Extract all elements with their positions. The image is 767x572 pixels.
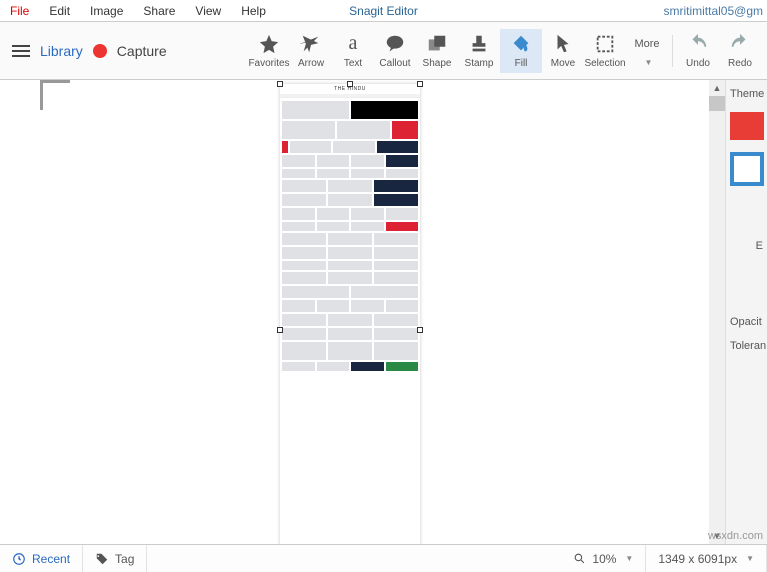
resize-handle[interactable] [417,81,423,87]
scroll-up-arrow[interactable]: ▲ [709,80,725,96]
tool-callout-label: Callout [379,58,410,69]
tool-callout[interactable]: Callout [374,29,416,73]
capture-button[interactable]: Capture [117,43,167,59]
tool-move[interactable]: Move [542,29,584,73]
menu-edit[interactable]: Edit [39,0,80,22]
tool-shape-label: Shape [423,58,452,69]
tool-move-label: Move [551,58,575,69]
tool-selection[interactable]: Selection [584,29,626,73]
chevron-down-icon: ▼ [625,554,633,563]
tag-label: Tag [115,552,134,566]
menubar: File Edit Image Share View Help Snagit E… [0,0,767,22]
vertical-scrollbar[interactable]: ▲ ▼ [709,80,725,544]
ruler-mark [40,80,43,110]
tool-stamp-label: Stamp [465,58,494,69]
redo-label: Redo [728,58,752,69]
recent-label: Recent [32,552,70,566]
recent-button[interactable]: Recent [0,545,83,572]
tool-selection-label: Selection [584,58,625,69]
canvas[interactable]: THE HINDU [0,80,725,544]
tag-button[interactable]: Tag [83,545,147,572]
tag-icon [95,552,109,566]
tool-fill-label: Fill [515,58,528,69]
workarea: THE HINDU [0,80,767,544]
opacity-label: Opacit [730,316,763,328]
toolbar: Favorites Arrow aText Callout Shape Stam… [248,29,767,73]
scroll-thumb[interactable] [709,96,725,111]
tool-fill[interactable]: Fill [500,29,542,73]
color-swatch-red[interactable] [730,112,764,140]
theme-label: Theme [730,88,763,100]
separator [672,35,673,67]
search-icon [573,552,586,565]
resize-handle[interactable] [417,327,423,333]
menu-image[interactable]: Image [80,0,133,22]
resize-handle[interactable] [277,81,283,87]
chevron-down-icon: ▼ [645,58,653,67]
zoom-value: 10% [592,552,616,566]
tool-more[interactable]: More▼ [626,29,668,73]
topbar: Library Capture Favorites Arrow aText Ca… [0,22,767,80]
resize-handle[interactable] [347,81,353,87]
ruler-mark [40,80,70,83]
app-title: Snagit Editor [349,4,418,18]
color-swatch-outline[interactable] [730,152,764,186]
zoom-control[interactable]: 10% ▼ [561,545,646,572]
captured-image[interactable]: THE HINDU [280,84,420,544]
clock-icon [12,552,26,566]
menu-icon[interactable] [12,45,30,57]
chevron-down-icon: ▼ [746,554,754,563]
user-account[interactable]: smritimittal05@gm [663,4,767,18]
tolerance-label: Toleran [730,340,763,352]
effects-label: E [730,240,763,252]
properties-panel: Theme E Opacit Toleran [725,80,767,544]
tool-stamp[interactable]: Stamp [458,29,500,73]
resize-handle[interactable] [277,327,283,333]
tool-arrow[interactable]: Arrow [290,29,332,73]
tool-arrow-label: Arrow [298,58,324,69]
statusbar: Recent Tag 10% ▼ 1349 x 6091px ▼ [0,544,767,572]
library-button[interactable]: Library [40,43,83,59]
watermark: wsxdn.com [708,530,763,542]
tool-shape[interactable]: Shape [416,29,458,73]
menu-file[interactable]: File [0,0,39,22]
menu-help[interactable]: Help [231,0,276,22]
menu-share[interactable]: Share [133,0,185,22]
tool-favorites[interactable]: Favorites [248,29,290,73]
menu-view[interactable]: View [185,0,231,22]
dimensions-value: 1349 x 6091px [658,552,737,566]
dimensions-control[interactable]: 1349 x 6091px ▼ [646,545,767,572]
tool-favorites-label: Favorites [248,58,289,69]
record-icon[interactable] [93,44,107,58]
tool-text[interactable]: aText [332,29,374,73]
undo-button[interactable]: Undo [677,29,719,73]
tool-text-label: Text [344,58,362,69]
undo-label: Undo [686,58,710,69]
redo-button[interactable]: Redo [719,29,761,73]
